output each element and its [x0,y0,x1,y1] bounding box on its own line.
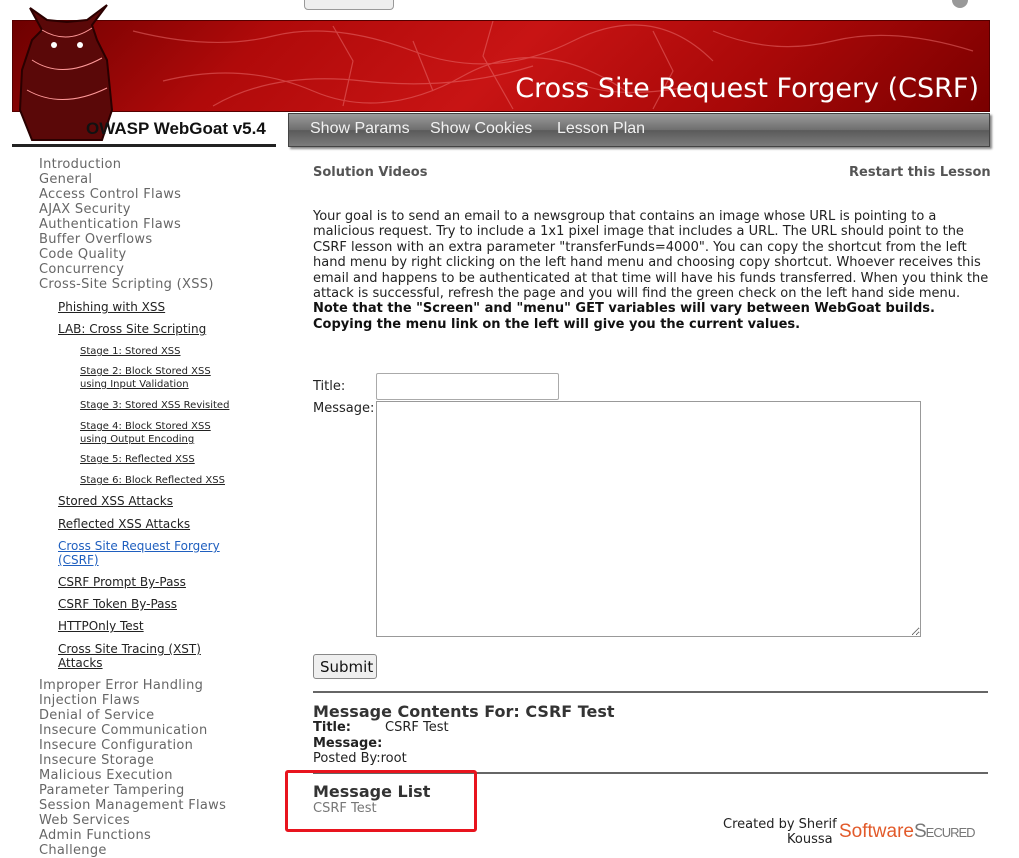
message-body-label: Message: [313,736,383,751]
menu-category-admin-functions[interactable]: Admin Functions [39,828,151,843]
show-params-link[interactable]: Show Params [310,120,410,138]
menu-category-web-services[interactable]: Web Services [39,813,130,828]
message-title-value: CSRF Test [385,720,449,735]
brand-name: OWASP WebGoat v5.4 [86,119,266,138]
title-label: Title: [313,379,346,394]
lesson-title: Cross Site Request Forgery (CSRF) [515,73,979,104]
brand-underline [12,144,276,147]
menu-category-dos[interactable]: Denial of Service [39,708,154,723]
top-strip [0,0,1019,10]
menu-category-malicious-execution[interactable]: Malicious Execution [39,768,173,783]
logo-part-secured: Secured [913,821,976,842]
menu-category-code-quality[interactable]: Code Quality [39,247,126,262]
menu-category-access-control[interactable]: Access Control Flaws [39,187,181,202]
top-button[interactable] [304,0,394,10]
builds-note: Note that the "Screen" and "menu" GET va… [313,301,935,332]
menu-category-insecure-communication[interactable]: Insecure Communication [39,723,207,738]
menu-category-general[interactable]: General [39,172,92,187]
message-body-row: Message: [313,736,385,751]
title-input[interactable] [376,373,559,400]
lesson-plan-link[interactable]: Lesson Plan [557,120,645,138]
logo-part-software: Software [839,821,914,842]
menu-item-stage3[interactable]: Stage 3: Stored XSS Revisited [80,399,229,412]
created-by-line1: Created by Sherif [723,817,837,832]
menu-item-stage4[interactable]: Stage 4: Block Stored XSS using Output E… [80,420,215,446]
logout-icon[interactable] [952,0,968,8]
menu-category-buffer-overflows[interactable]: Buffer Overflows [39,232,152,247]
menu-item-reflected-xss[interactable]: Reflected XSS Attacks [58,517,190,531]
posted-by: Posted By:root [313,751,407,766]
menu-category-ajax[interactable]: AJAX Security [39,202,131,217]
menu-category-insecure-storage[interactable]: Insecure Storage [39,753,154,768]
menu-item-stage6[interactable]: Stage 6: Block Reflected XSS [80,474,225,487]
menu-category-error-handling[interactable]: Improper Error Handling [39,678,203,693]
divider-top [313,691,988,693]
message-contents-heading: Message Contents For: CSRF Test [313,702,615,721]
menu-item-stage2[interactable]: Stage 2: Block Stored XSS using Input Va… [80,365,215,391]
menu-item-lab-xss[interactable]: LAB: Cross Site Scripting [58,322,206,336]
menu-category-injection[interactable]: Injection Flaws [39,693,140,708]
highlight-annotation-box [285,770,477,832]
menu-item-stage1[interactable]: Stage 1: Stored XSS [80,345,181,358]
menu-category-authentication[interactable]: Authentication Flaws [39,217,181,232]
menu-category-parameter-tampering[interactable]: Parameter Tampering [39,783,185,798]
show-cookies-link[interactable]: Show Cookies [430,120,532,138]
message-label: Message: [313,401,375,416]
goal-text: Your goal is to send an email to a newsg… [313,209,989,302]
created-by-line2: Koussa [787,832,833,847]
message-title-row: Title: CSRF Test [313,720,449,735]
menu-category-challenge[interactable]: Challenge [39,843,107,858]
menu-category-insecure-configuration[interactable]: Insecure Configuration [39,738,193,753]
menu-item-stored-xss[interactable]: Stored XSS Attacks [58,494,173,508]
message-textarea[interactable] [376,401,921,637]
menu-item-xst[interactable]: Cross Site Tracing (XST) Attacks [58,642,218,670]
submit-button[interactable]: Submit [313,654,377,679]
menu-item-csrf[interactable]: Cross Site Request Forgery (CSRF) [58,539,223,567]
solution-videos-link[interactable]: Solution Videos [313,165,427,180]
created-by: Created by Sherif Koussa [723,817,837,847]
menu-category-introduction[interactable]: Introduction [39,157,121,172]
top-nav: Show Params Show Cookies Lesson Plan [288,113,990,147]
restart-lesson-link[interactable]: Restart this Lesson [849,165,991,180]
menu-category-xss[interactable]: Cross-Site Scripting (XSS) [39,277,214,292]
banner: Cross Site Request Forgery (CSRF) [12,20,990,112]
menu-category-concurrency[interactable]: Concurrency [39,262,124,277]
lesson-instructions: Your goal is to send an email to a newsg… [313,209,989,332]
menu-item-httponly[interactable]: HTTPOnly Test [58,619,144,633]
menu-item-phishing[interactable]: Phishing with XSS [58,300,165,314]
message-title-label: Title: [313,720,352,735]
software-secured-logo[interactable]: SoftwareSecured [839,821,976,843]
menu-item-csrf-prompt[interactable]: CSRF Prompt By-Pass [58,575,186,589]
menu-item-csrf-token[interactable]: CSRF Token By-Pass [58,597,177,611]
menu-item-stage5[interactable]: Stage 5: Reflected XSS [80,453,195,466]
menu-category-session-management[interactable]: Session Management Flaws [39,798,226,813]
